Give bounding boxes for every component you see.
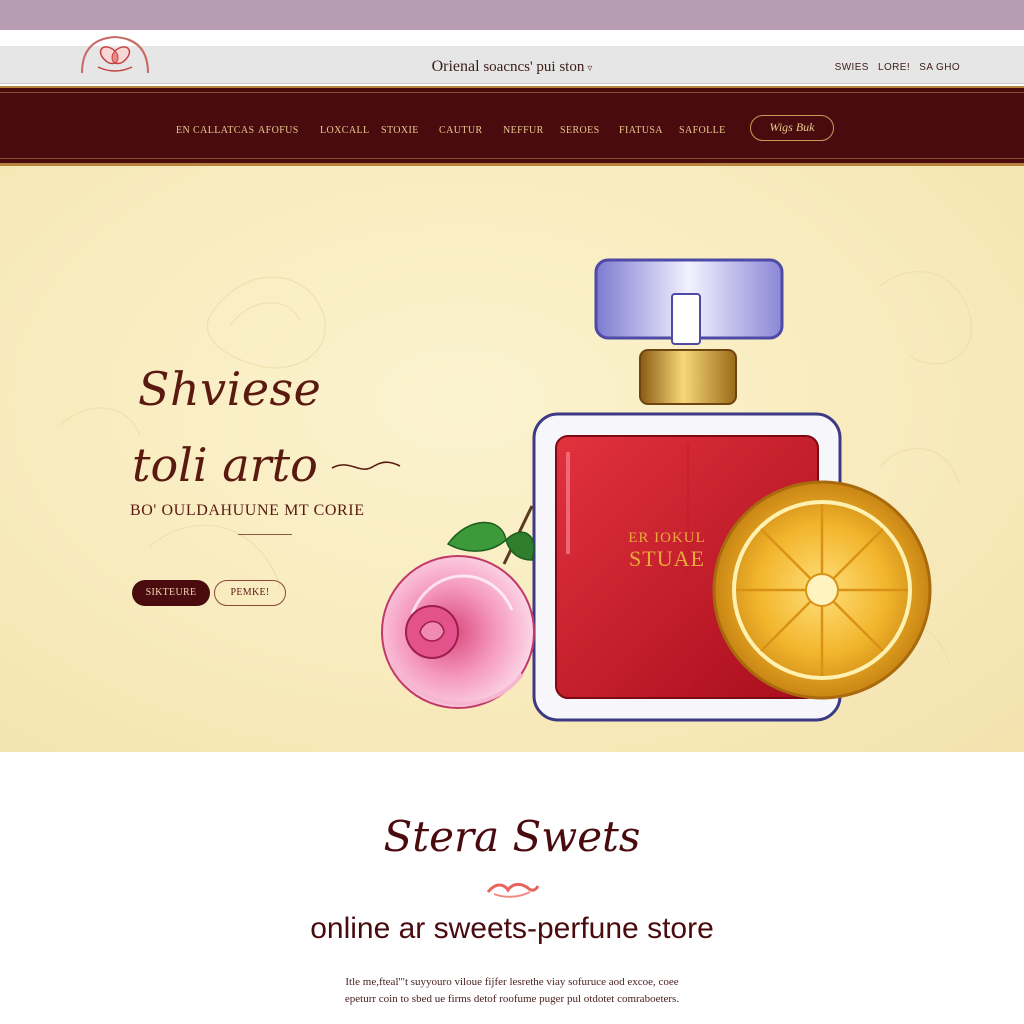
- section-script-title: Stera Swets: [383, 812, 641, 861]
- hero-headline-line2: toli arto: [132, 438, 318, 492]
- nav-item-6[interactable]: NEFFUR: [503, 125, 544, 136]
- hero-banner: Shviese toli arto BO' OULDAHUUNE MT CORI…: [0, 166, 1024, 752]
- nav-cta-button[interactable]: Wigs Buk: [750, 115, 834, 141]
- nav-item-2[interactable]: AFOFUS: [258, 125, 299, 136]
- nav-item-8[interactable]: FIATUSA: [619, 125, 663, 136]
- bottle-label: ER IOKUL STUAE: [612, 530, 722, 571]
- nav-item-5[interactable]: CAUTUR: [439, 125, 483, 136]
- top-color-strip: [0, 0, 1024, 30]
- chevron-down-icon[interactable]: ▿: [587, 63, 592, 74]
- flourish-decoration-icon: [486, 882, 540, 898]
- top-link-1[interactable]: SWIES: [835, 62, 869, 73]
- nav-item-9[interactable]: SAFOLLE: [679, 125, 726, 136]
- section-heading: online ar sweets-perfune store: [310, 912, 714, 945]
- main-navbar: EN CALLATCAS AFOFUS LOXCALL STOXIE CAUTU…: [0, 86, 1024, 166]
- section-body-line2: epeturr coin to sbed ue firms detof roof…: [344, 993, 680, 1005]
- nav-item-7[interactable]: SEROES: [560, 125, 600, 136]
- hero-headline-line1: Shviese: [138, 362, 322, 416]
- store-title-main: Orienal: [431, 58, 480, 75]
- bottle-label-line1: ER IOKUL: [628, 530, 706, 546]
- hero-primary-button[interactable]: SIKTEURE: [132, 580, 210, 606]
- hero-secondary-button[interactable]: PEMKE!: [214, 580, 286, 606]
- nav-item-3[interactable]: LOXCALL: [320, 125, 369, 136]
- nav-item-1[interactable]: EN CALLATCAS: [176, 125, 254, 136]
- bottle-label-line2: STUAE: [629, 545, 705, 571]
- hero-subtitle: BO' OULDAHUUNE MT CORIE: [130, 502, 365, 519]
- top-link-2[interactable]: LORE!: [878, 62, 910, 73]
- section-body-line1: Itle me,fteal'"t suyyouro viloue fijfer …: [345, 976, 679, 988]
- top-link-3[interactable]: SA GHO: [919, 62, 960, 73]
- hero-divider: [238, 534, 292, 535]
- store-title-rest: soacncs' pui ston: [479, 59, 585, 75]
- nav-item-4[interactable]: STOXIE: [381, 125, 419, 136]
- perfume-product-illustration: [381, 258, 932, 722]
- section-body-text: Itle me,fteal'"t suyyouro viloue fijfer …: [260, 974, 764, 1008]
- top-links: SWIES LORE! SA GHO: [829, 62, 960, 73]
